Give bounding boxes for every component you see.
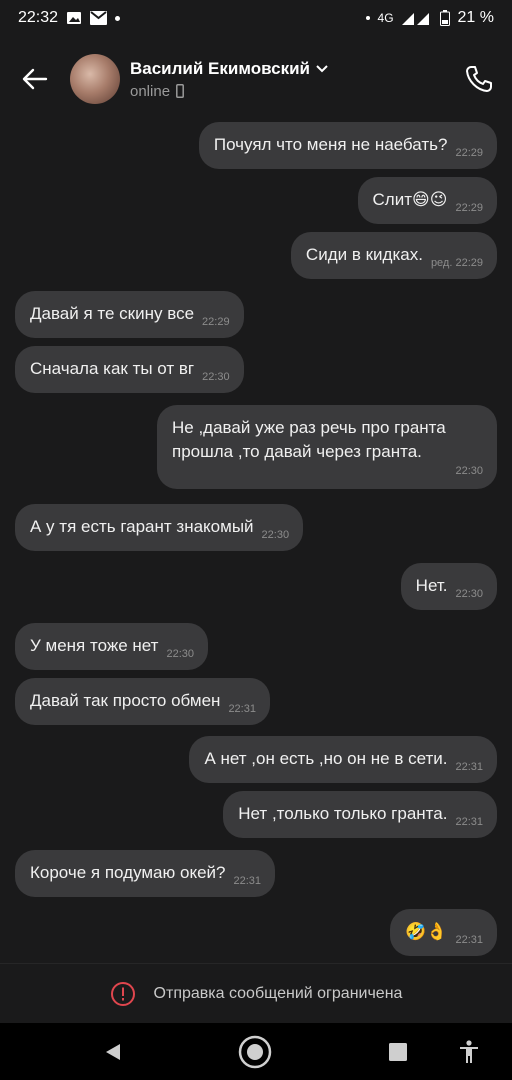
nav-recents-button[interactable] [381,1035,415,1069]
clock: 22:32 [18,9,59,26]
nav-home-button[interactable] [238,1035,272,1069]
message-incoming[interactable]: А у тя есть гарант знакомый 22:30 [15,504,304,551]
messaging-restricted-banner: Отправка сообщений ограничена [0,963,512,1024]
avatar[interactable] [70,54,120,104]
gallery-notification-icon [67,12,82,24]
message-incoming[interactable]: Сначала как ты от вг 22:30 [15,346,244,393]
message-incoming[interactable]: У меня тоже нет 22:30 [15,623,208,670]
message-outgoing[interactable]: Нет. 22:30 [400,563,497,610]
message-outgoing[interactable]: Слит😄😉 22:29 [357,177,497,224]
message-outgoing[interactable]: Не ,давай уже раз речь про гранта прошла… [157,405,497,489]
message-outgoing[interactable]: Сиди в кидках. ред. 22:29 [290,232,497,279]
chat-header: Василий Екимовский online [0,36,512,122]
message-outgoing[interactable]: 🤣👌 22:31 [390,909,497,956]
presence-status: online [130,82,171,100]
message-incoming[interactable]: Короче я подумаю окей? 22:31 [15,850,276,897]
nav-back-button[interactable] [96,1035,130,1069]
accessibility-icon [460,1040,478,1063]
dot-indicator [365,16,370,20]
back-button[interactable] [18,62,52,96]
home-circle-icon [238,1035,272,1069]
status-bar: 22:32 4G 21 % [0,0,512,36]
more-notifications-dot [115,15,121,21]
phone-icon [466,66,492,92]
arrow-left-icon [22,68,48,90]
system-nav-bar [0,1023,512,1080]
warning-icon [110,982,135,1006]
restriction-text: Отправка сообщений ограничена [153,985,403,1002]
message-outgoing[interactable]: Почуял что меня не наебать? 22:29 [198,122,497,169]
square-recents-icon [389,1043,407,1061]
mail-notification-icon [90,11,108,25]
signal-icon [401,13,429,25]
nav-accessibility-button[interactable] [452,1035,486,1069]
contact-name: Василий Екимовский [130,58,310,78]
message-outgoing[interactable]: А нет ,он есть ,но он не в сети. 22:31 [189,736,497,783]
call-button[interactable] [464,64,494,94]
network-type: 4G [377,11,394,25]
message-incoming[interactable]: Давай я те скину все 22:29 [15,291,244,338]
chevron-down-icon [316,64,328,72]
battery-icon [439,10,450,26]
battery-level: 21 % [457,9,494,26]
triangle-back-icon [106,1044,120,1060]
contact-info[interactable]: Василий Екимовский online [130,59,328,100]
mobile-device-icon [176,84,184,98]
message-outgoing[interactable]: Нет ,только только гранта. 22:31 [223,791,497,838]
message-incoming[interactable]: Давай так просто обмен 22:31 [15,678,270,725]
